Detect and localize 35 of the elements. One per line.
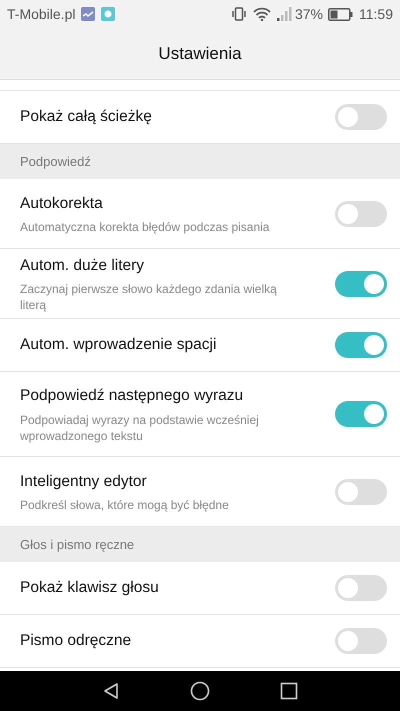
notification-icon <box>81 7 96 21</box>
toggle-switch[interactable] <box>335 401 387 427</box>
section-header: Głos i pismo ręczne <box>20 536 134 554</box>
toggle-switch[interactable] <box>335 478 387 504</box>
home-icon[interactable] <box>190 681 210 701</box>
toggle-switch[interactable] <box>335 332 387 358</box>
setting-summary: Automatyczna korekta błędów podczas pisania <box>20 219 270 236</box>
battery-percent: 37% <box>294 4 323 24</box>
setting-label: Autom. duże litery <box>20 256 146 276</box>
recent-apps-icon[interactable] <box>280 682 298 700</box>
setting-label: Autom. wprowadzenie spacji <box>20 335 218 356</box>
toggle-switch[interactable] <box>335 628 387 654</box>
clock: 11:59 <box>359 4 393 24</box>
toggle-switch[interactable] <box>335 104 387 130</box>
notification-icon <box>101 7 116 21</box>
toggle-switch[interactable] <box>335 270 387 296</box>
toggle-switch[interactable] <box>335 200 387 226</box>
back-icon[interactable] <box>102 682 120 700</box>
signal-icon <box>276 7 293 21</box>
wifi-icon <box>252 7 271 21</box>
battery-icon <box>328 8 353 20</box>
carrier-name: T-Mobile.pl <box>7 4 76 24</box>
setting-label: Inteligentny edytor <box>20 472 148 492</box>
vibrate-icon <box>230 7 247 21</box>
setting-label: Pismo odręczne <box>20 631 132 652</box>
setting-label: Podpowiedź następnego wyrazu <box>20 386 244 406</box>
setting-summary: Podkreśl słowa, które mogą być błędne <box>20 497 230 514</box>
screen-title: Ustawienia <box>158 42 242 65</box>
section-header: Podpowiedź <box>20 152 91 171</box>
toggle-switch[interactable] <box>335 575 387 601</box>
setting-summary: Zaczynaj pierwsze słowo każdego zdania wielką literą <box>20 281 278 314</box>
setting-label: Pokaż całą ścieżkę <box>20 107 153 128</box>
setting-label: Pokaż klawisz głosu <box>20 578 160 598</box>
setting-label: Autokorekta <box>20 194 104 214</box>
setting-summary: Podpowiadaj wyrazy na podstawie wcześniej wprowadzonego tekstu <box>20 412 260 444</box>
